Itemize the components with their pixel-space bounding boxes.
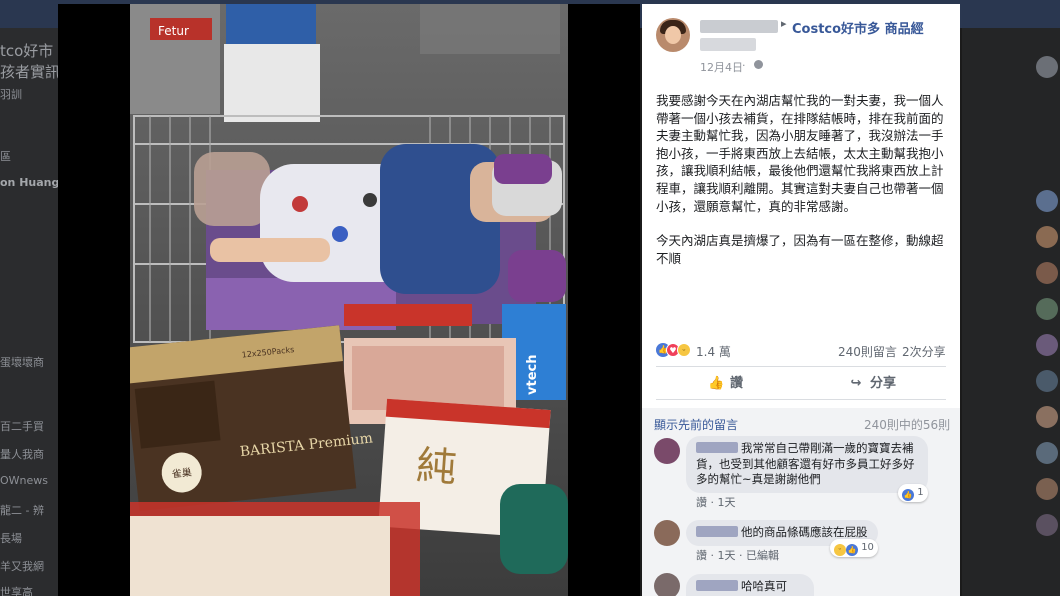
contact-avatar (1036, 334, 1058, 356)
contact-avatar (1036, 442, 1058, 464)
bg-text: 蛋壞壞商 (0, 356, 44, 369)
comment-bubble: 哈哈真可愛。 (686, 574, 814, 596)
commenter-avatar[interactable] (654, 573, 680, 596)
commenter-name-redacted[interactable] (696, 526, 738, 537)
like-button-label: 讚 (730, 376, 744, 391)
post-paragraph: 今天內湖店真是擠爆了，因為有一區在整修，動線超不順 (656, 233, 944, 266)
post-paragraph: 我要感謝今天在內湖店幫忙我的一對夫妻，我一個人帶著一個小孩去補貨，在排隊結帳時，… (656, 93, 944, 214)
comment-text: 他的商品條碼應該在屁股 (741, 525, 868, 539)
contact-avatar (1036, 190, 1058, 212)
haha-reaction-icon: ᵕ (677, 343, 691, 357)
author-avatar[interactable] (656, 18, 690, 52)
bg-text: 長場 (0, 532, 22, 545)
contact-avatar (1036, 406, 1058, 428)
comment-reaction-count: 10 (861, 542, 874, 553)
bg-text: on Huang (0, 176, 58, 189)
bg-text: 羊又我網 (0, 560, 44, 573)
commenter-avatar[interactable] (654, 438, 680, 464)
author-name-redacted[interactable] (700, 20, 778, 33)
reaction-count[interactable]: 1.4 萬 (696, 343, 731, 360)
contact-avatar (1036, 262, 1058, 284)
view-previous-comments-link[interactable]: 顯示先前的留言 (654, 416, 738, 433)
like-reaction-icon: 👍 (846, 544, 858, 556)
share-button-label: 分享 (870, 376, 897, 391)
bg-text: OWnews (0, 474, 49, 487)
share-button[interactable]: ↪ 分享 (848, 372, 896, 394)
group-name-continued-redacted (700, 38, 756, 51)
comment-meta: 讚 · 1天 (696, 496, 736, 509)
comment-reaction-count: 1 (917, 487, 924, 498)
like-button[interactable]: 👍 讚 (708, 372, 743, 394)
comment-time[interactable]: 1天 (718, 496, 736, 509)
bg-text: 羽訓 (0, 88, 22, 101)
contact-avatar (1036, 56, 1058, 78)
pack-label: 純 (415, 443, 458, 492)
comments-section: 顯示先前的留言 240則中的56則 我常常自己帶剛滿一歲的寶寶去補貨，也受到其他… (642, 408, 960, 596)
comment-meta: 讚 · 1天 · 已編輯 (696, 549, 779, 562)
comment-bubble: 我常常自己帶剛滿一歲的寶寶去補貨，也受到其他顧客還有好市多員工好多好多的幫忙~真… (686, 436, 928, 493)
globe-icon (754, 60, 763, 69)
separator-dot: · (742, 59, 746, 72)
blurred-face (194, 152, 270, 226)
thumbs-up-icon: 👍 (708, 376, 725, 391)
like-reaction-icon: 👍 (902, 489, 914, 501)
commenter-avatar[interactable] (654, 520, 680, 546)
post-stats: 👍 ♥ ᵕ 1.4 萬 240則留言 2次分享 (656, 342, 946, 360)
comment-time[interactable]: 1天 (718, 549, 736, 562)
bg-text: 量人我商 (0, 448, 44, 461)
contact-avatar (1036, 226, 1058, 248)
post-photo[interactable]: Fetur vtech 12x250Packs 雀巢 BARISTA Premi… (130, 4, 568, 596)
contact-avatar (1036, 514, 1058, 536)
haha-reaction-icon: ᵕ (834, 544, 846, 556)
share-arrow-icon: ↪ (850, 376, 862, 391)
contact-avatar (1036, 298, 1058, 320)
commenter-name-redacted[interactable] (696, 580, 738, 591)
comment-like-link[interactable]: 讚 (696, 549, 707, 562)
bg-text: 世享高 (0, 586, 33, 596)
bg-text: 百二手買 (0, 420, 44, 433)
background-feed-left: tco好市 孩者實訊 羽訓 區 on Huang 蛋壞壞商 百二手買 量人我商 … (0, 28, 58, 596)
bg-text: 龍二 - 辨 (0, 504, 44, 517)
contact-avatar (1036, 370, 1058, 392)
banner-text: Fetur (158, 24, 189, 38)
share-count[interactable]: 2次分享 (902, 343, 946, 360)
commenter-name-redacted[interactable] (696, 442, 738, 453)
bg-text: tco好市 (0, 42, 54, 60)
post-body: 我要感謝今天在內湖店幫忙我的一對夫妻，我一個人帶著一個小孩去補貨，在排隊結帳時，… (656, 92, 948, 284)
group-name-link[interactable]: Costco好市多 商品經 (792, 18, 924, 37)
vtech-label: vtech (525, 355, 540, 395)
caret-right-icon: ▸ (781, 17, 787, 30)
comment-range: 240則中的56則 (864, 418, 951, 432)
comment-count[interactable]: 240則留言 (838, 343, 897, 360)
comment-like-link[interactable]: 讚 (696, 496, 707, 509)
comment-edited[interactable]: 已編輯 (746, 549, 779, 562)
contact-avatar (1036, 478, 1058, 500)
shopping-cart-photo: Fetur vtech 12x250Packs 雀巢 BARISTA Premi… (130, 4, 568, 596)
divider (656, 399, 946, 400)
comment-reactions[interactable]: 👍 1 (898, 484, 928, 502)
post-timestamp[interactable]: 12月4日 (700, 59, 743, 75)
bg-text: 區 (0, 150, 11, 163)
comment-reactions[interactable]: ᵕ 👍 10 (830, 539, 878, 557)
post-panel: ▸ Costco好市多 商品經 12月4日 · 我要感謝今天在內湖店幫忙我的一對… (642, 4, 960, 596)
bg-text: 孩者實訊 (0, 63, 58, 81)
divider (656, 366, 946, 367)
